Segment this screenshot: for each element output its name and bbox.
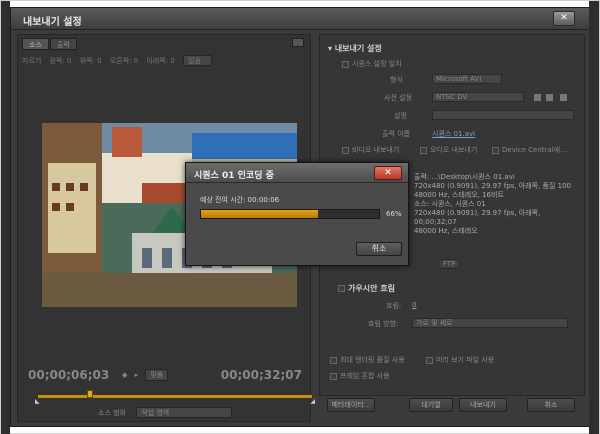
export-audio-row[interactable]: 오디오 내보내기 bbox=[420, 145, 477, 155]
queue-button[interactable]: 대기열 bbox=[409, 398, 453, 412]
preset-select[interactable]: NTSC DV bbox=[432, 92, 524, 102]
estimated-time-remaining: 예상 잔여 시간: 00:00:06 bbox=[200, 196, 280, 204]
timecode-duration: 00;00;32;07 bbox=[220, 368, 302, 382]
summary-line: 720x480 (0.9091), 29.97 fps, 아래쪽, 00;00;… bbox=[414, 209, 541, 226]
summary-line: 소스: 시퀀스, 시퀀스 01 bbox=[414, 200, 486, 208]
frame-blending-checkbox[interactable] bbox=[330, 372, 337, 380]
cancel-button[interactable]: 취소 bbox=[527, 398, 575, 412]
progress-bar-fill bbox=[201, 210, 319, 218]
bottom-button-row: 메타데이터... 대기열 내보내기 취소 bbox=[319, 398, 585, 414]
dialog-title-bar: 시퀀스 01 인코딩 중 ✕ bbox=[186, 163, 408, 183]
summary-text: 출력: ...\Desktop\시퀀스 01.avi 720x480 (0.90… bbox=[414, 173, 584, 236]
gaussian-blur-heading[interactable]: 가우시안 흐림 bbox=[338, 283, 395, 294]
output-name-link[interactable]: 시퀀스 01.avi bbox=[432, 129, 475, 139]
max-render-quality-checkbox[interactable] bbox=[330, 356, 337, 364]
crop-top[interactable]: 위쪽: 0 bbox=[80, 57, 102, 65]
source-range-label: 소스 범위 bbox=[98, 409, 126, 417]
background-window-edge bbox=[1, 1, 10, 434]
mark-in-icon[interactable]: ◆ bbox=[122, 371, 127, 379]
format-select[interactable]: Microsoft AVI bbox=[432, 74, 502, 84]
crop-left[interactable]: 왼쪽: 0 bbox=[50, 57, 72, 65]
section-export-settings[interactable]: ▾ 내보내기 설정 bbox=[328, 43, 382, 54]
crop-label: 자르기 bbox=[22, 57, 42, 65]
timecode-current[interactable]: 00;00;06;03 bbox=[28, 368, 109, 382]
tab-ftp[interactable]: FTP bbox=[438, 259, 461, 269]
export-video-checkbox[interactable] bbox=[342, 146, 349, 154]
blur-value[interactable]: 0 bbox=[412, 301, 416, 309]
crop-bottom[interactable]: 아래쪽: 0 bbox=[146, 57, 174, 65]
blur-direction-select[interactable]: 가로 및 세로 bbox=[412, 318, 568, 328]
use-preview-files-checkbox[interactable] bbox=[426, 356, 433, 364]
export-button[interactable]: 내보내기 bbox=[459, 398, 507, 412]
output-name-label: 출력 이름 bbox=[382, 130, 410, 138]
summary-line: 48000 Hz, 스테레오, 16비트 bbox=[414, 191, 504, 199]
tab-source[interactable]: 소스 bbox=[22, 38, 49, 50]
panel-menu-icon[interactable] bbox=[292, 38, 304, 47]
comment-label: 설명 bbox=[394, 112, 407, 120]
out-point-marker[interactable]: ◢ bbox=[310, 398, 315, 405]
dialog-close-button[interactable]: ✕ bbox=[374, 166, 402, 180]
window-title: 내보내기 설정 bbox=[23, 17, 82, 28]
blur-label: 흐림: bbox=[386, 302, 402, 310]
use-preview-files-row[interactable]: 미리 보기 파일 사용 bbox=[426, 355, 494, 365]
screenshot-frame: 내보내기 설정 ✕ 소스 출력 자르기 왼쪽: 0 위쪽: 0 오른쪽: 0 아래… bbox=[0, 0, 600, 434]
playhead-handle[interactable] bbox=[86, 390, 93, 398]
dialog-title: 시퀀스 01 인코딩 중 bbox=[194, 171, 274, 181]
device-central-checkbox[interactable] bbox=[492, 146, 499, 154]
background-window-edge-right bbox=[589, 1, 599, 434]
max-render-quality-row[interactable]: 최대 렌더링 품질 사용 bbox=[330, 355, 405, 365]
crop-row: 자르기 왼쪽: 0 위쪽: 0 오른쪽: 0 아래쪽: 0 없음 bbox=[22, 55, 306, 69]
save-preset-icon[interactable] bbox=[534, 94, 541, 101]
encoding-progress-dialog: 시퀀스 01 인코딩 중 ✕ 예상 잔여 시간: 00:00:06 66% 취소 bbox=[185, 162, 409, 266]
crop-right[interactable]: 오른쪽: 0 bbox=[110, 57, 138, 65]
summary-line: 48000 Hz, 스테레오 bbox=[414, 227, 478, 235]
timeline-scrubber[interactable]: ◣ ◢ bbox=[35, 390, 315, 405]
blur-direction-label: 흐림 방향: bbox=[368, 320, 399, 328]
summary-line: 출력: ...\Desktop\시퀀스 01.avi bbox=[414, 173, 515, 181]
format-label: 형식 bbox=[390, 76, 403, 84]
comment-field[interactable] bbox=[432, 110, 574, 120]
in-point-marker[interactable]: ◣ bbox=[35, 398, 40, 405]
encoding-progress-bar bbox=[200, 209, 380, 219]
tab-output[interactable]: 출력 bbox=[49, 38, 77, 50]
preset-label: 사전 설정 bbox=[384, 94, 412, 102]
metadata-button[interactable]: 메타데이터... bbox=[327, 398, 375, 412]
playback-controls: ◆ ▸ 맞춤 bbox=[122, 369, 173, 381]
crop-ratio-select[interactable]: 없음 bbox=[183, 55, 212, 66]
import-preset-icon[interactable] bbox=[546, 94, 553, 101]
mark-out-icon[interactable]: ▸ bbox=[135, 371, 139, 379]
delete-preset-icon[interactable] bbox=[560, 94, 567, 101]
export-audio-checkbox[interactable] bbox=[420, 146, 427, 154]
device-central-row[interactable]: Device Central에… bbox=[492, 145, 567, 155]
progress-percent: 66% bbox=[386, 210, 402, 218]
frame-blending-row[interactable]: 프레임 혼합 사용 bbox=[330, 371, 390, 381]
dialog-cancel-button[interactable]: 취소 bbox=[356, 242, 402, 256]
match-sequence-checkbox[interactable] bbox=[342, 60, 349, 68]
source-range-select[interactable]: 작업 영역 bbox=[136, 407, 233, 418]
source-range-row: 소스 범위 작업 영역 bbox=[98, 407, 233, 418]
source-tabs: 소스 출력 bbox=[22, 38, 78, 50]
timeline-track bbox=[38, 395, 312, 398]
export-video-row[interactable]: 비디오 내보내기 bbox=[342, 145, 399, 155]
match-sequence-row[interactable]: 시퀀스 설정 일치 bbox=[342, 59, 402, 69]
close-button[interactable]: ✕ bbox=[553, 11, 575, 26]
fit-select[interactable]: 맞춤 bbox=[145, 369, 169, 381]
gaussian-blur-checkbox[interactable] bbox=[338, 285, 345, 292]
summary-line: 720x480 (0.9091), 29.97 fps, 아래쪽, 품질 100 bbox=[414, 182, 572, 190]
title-bar: 내보내기 설정 ✕ bbox=[11, 8, 589, 30]
